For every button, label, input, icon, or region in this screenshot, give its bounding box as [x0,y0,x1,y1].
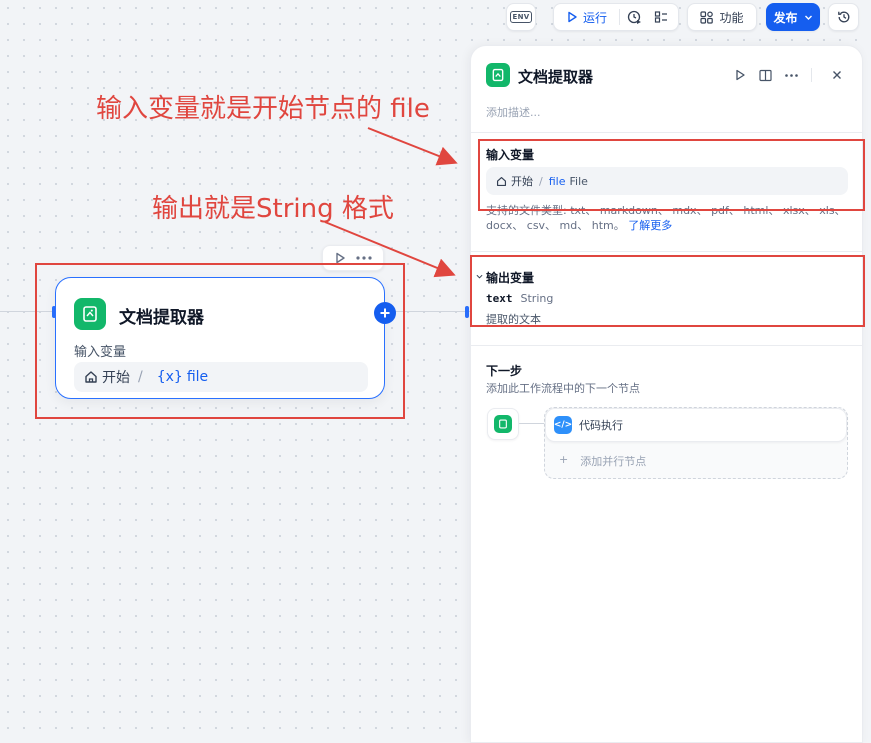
arrow-to-input [367,127,458,166]
arrow-to-output [324,221,456,278]
annotation-arrows [324,127,458,278]
